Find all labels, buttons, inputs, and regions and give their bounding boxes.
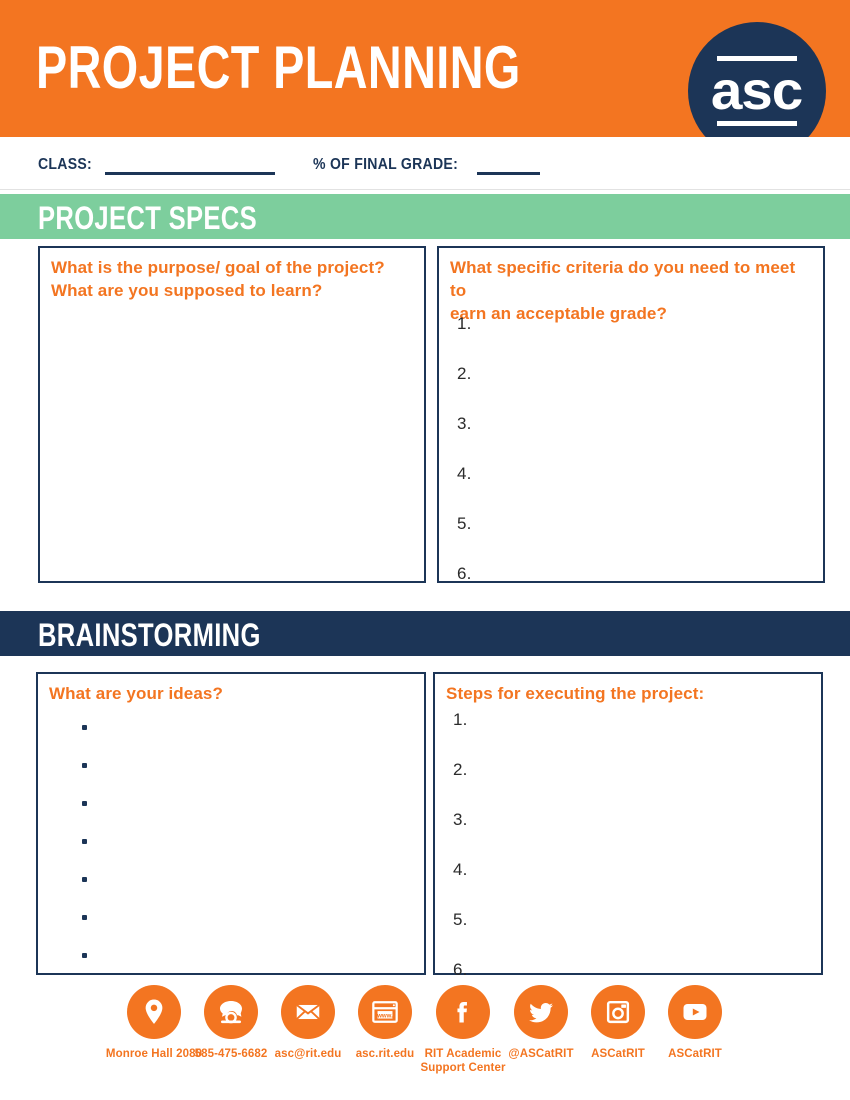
list-item[interactable]: 3. — [453, 810, 811, 830]
footer-label: ASCatRIT — [668, 1048, 722, 1060]
class-label: CLASS: — [38, 156, 92, 173]
class-input-line[interactable] — [105, 172, 275, 175]
final-grade-input-line[interactable] — [477, 172, 540, 175]
svg-text:www.: www. — [376, 1013, 393, 1019]
brainstorming-steps-prompt: Steps for executing the project: — [446, 682, 813, 705]
brainstorming-ideas-box[interactable]: What are your ideas? — [36, 672, 426, 975]
list-item[interactable] — [82, 716, 414, 754]
telephone-icon[interactable] — [204, 985, 258, 1039]
section-title-project-specs: PROJECT SPECS — [38, 200, 257, 236]
prompt-line: What is the purpose/ goal of the project… — [51, 258, 385, 277]
list-item[interactable] — [82, 792, 414, 830]
prompt-line: What specific criteria do you need to me… — [450, 258, 796, 300]
envelope-icon[interactable] — [281, 985, 335, 1039]
facebook-icon[interactable] — [436, 985, 490, 1039]
footer-item-youtube[interactable]: ASCatRIT — [641, 985, 749, 1061]
prompt-line: Steps for executing the project: — [446, 684, 705, 703]
project-specs-criteria-box[interactable]: What specific criteria do you need to me… — [437, 246, 825, 583]
location-pin-icon[interactable] — [127, 985, 181, 1039]
twitter-icon[interactable] — [514, 985, 568, 1039]
list-item[interactable]: 1. — [453, 710, 811, 730]
list-item[interactable]: 4. — [453, 860, 811, 880]
prompt-line: What are you supposed to learn? — [51, 281, 323, 300]
list-item[interactable]: 1. — [457, 314, 813, 334]
project-planning-worksheet: PROJECT PLANNING asc CLASS: % OF FINAL G… — [0, 0, 850, 1100]
list-item[interactable] — [82, 944, 414, 982]
class-info-row: CLASS: % OF FINAL GRADE: — [0, 137, 850, 189]
list-item[interactable]: 2. — [457, 364, 813, 384]
criteria-numbered-list: 1. 2. 3. 4. 5. 6. — [457, 314, 813, 614]
steps-numbered-list: 1. 2. 3. 4. 5. 6. — [453, 710, 811, 1010]
list-item[interactable]: 2. — [453, 760, 811, 780]
footer-contact-bar: Monroe Hall 2080 585-475-6682 asc@rit.ed… — [0, 985, 850, 1100]
prompt-line: What are your ideas? — [49, 684, 223, 703]
list-item[interactable] — [82, 868, 414, 906]
list-item[interactable] — [82, 906, 414, 944]
final-grade-label: % OF FINAL GRADE: — [313, 156, 459, 173]
project-specs-purpose-prompt: What is the purpose/ goal of the project… — [51, 256, 416, 302]
list-item[interactable] — [82, 830, 414, 868]
section-band-brainstorming: BRAINSTORMING — [0, 611, 850, 656]
list-item[interactable]: 4. — [457, 464, 813, 484]
list-item[interactable]: 6. — [457, 564, 813, 584]
header-divider — [0, 189, 850, 190]
youtube-icon[interactable] — [668, 985, 722, 1039]
logo-bottom-rule — [717, 121, 797, 126]
list-item[interactable]: 3. — [457, 414, 813, 434]
page-title: PROJECT PLANNING — [36, 34, 521, 101]
section-band-project-specs: PROJECT SPECS — [0, 194, 850, 239]
list-item[interactable]: 5. — [457, 514, 813, 534]
website-www-icon[interactable]: www. — [358, 985, 412, 1039]
section-title-brainstorming: BRAINSTORMING — [38, 617, 261, 653]
brainstorming-ideas-prompt: What are your ideas? — [49, 682, 416, 705]
logo-text: asc — [711, 61, 804, 121]
list-item[interactable]: 5. — [453, 910, 811, 930]
project-specs-purpose-box[interactable]: What is the purpose/ goal of the project… — [38, 246, 426, 583]
brainstorming-steps-box[interactable]: Steps for executing the project: 1. 2. 3… — [433, 672, 823, 979]
instagram-icon[interactable] — [591, 985, 645, 1039]
ideas-bullet-list — [82, 716, 414, 982]
list-item[interactable]: 6. — [453, 960, 811, 980]
list-item[interactable] — [82, 754, 414, 792]
